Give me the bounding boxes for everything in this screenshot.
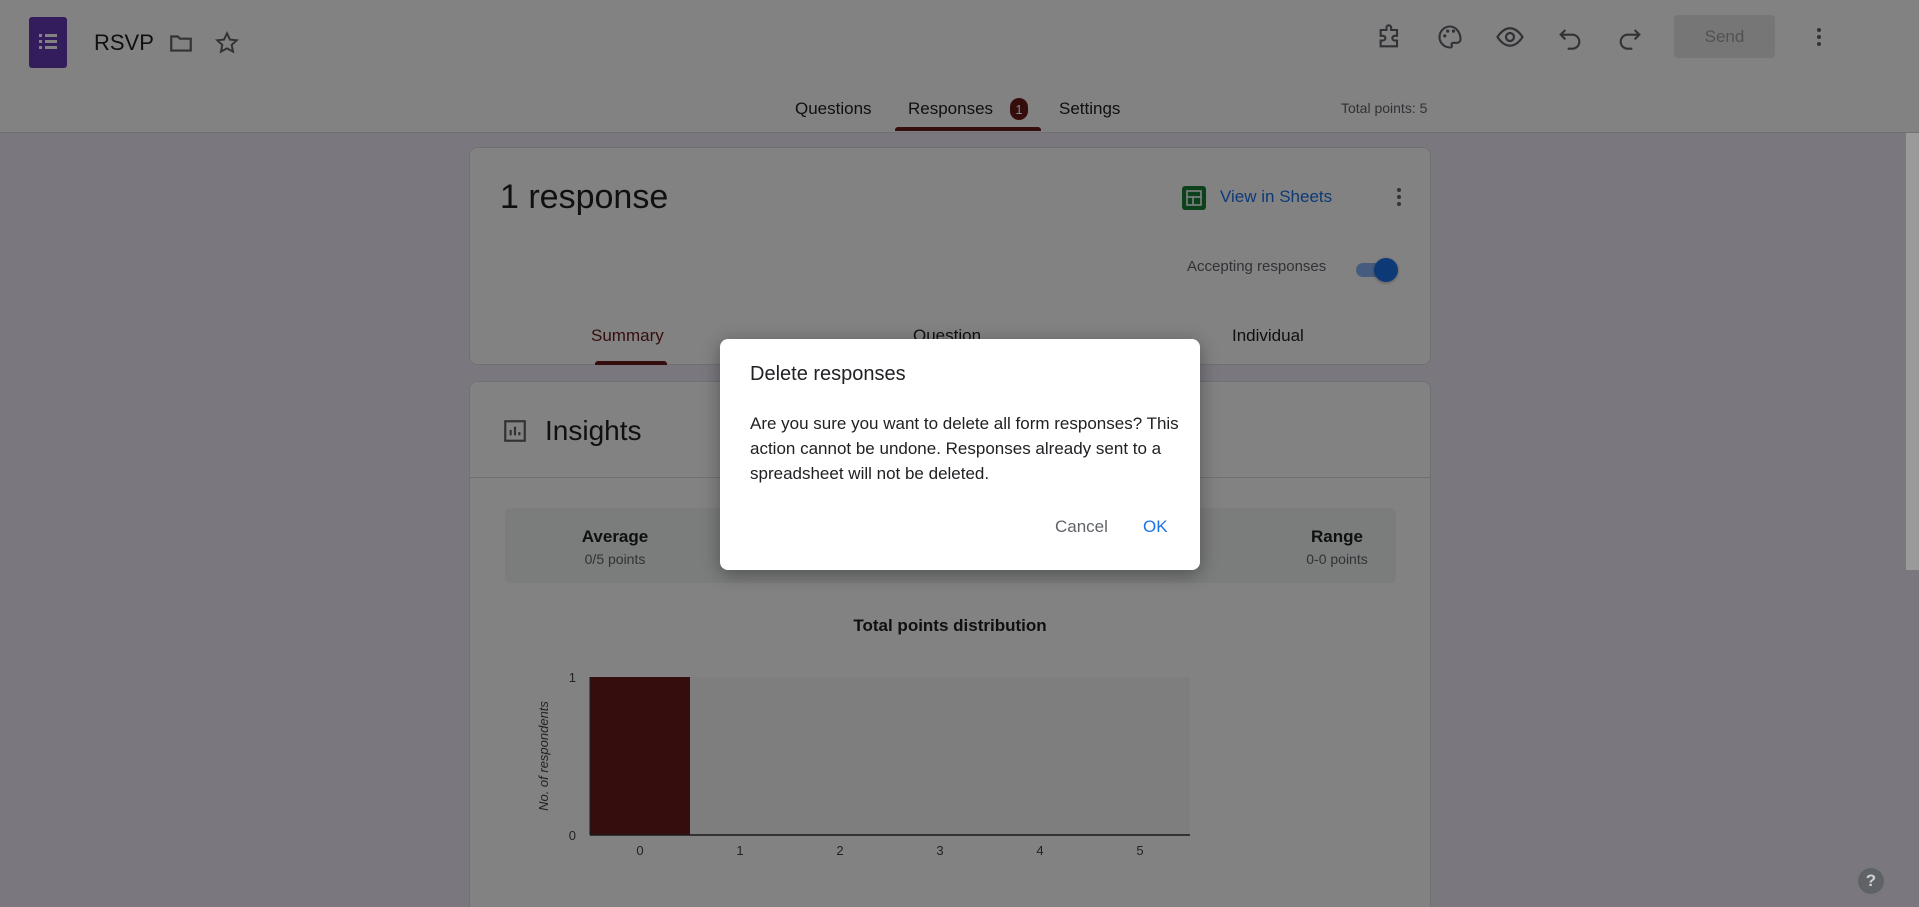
ok-button[interactable]: OK [1143,517,1168,537]
delete-responses-dialog: Delete responses Are you sure you want t… [720,339,1200,570]
dialog-title: Delete responses [750,363,906,385]
scrollbar[interactable] [1906,133,1919,570]
cancel-button[interactable]: Cancel [1055,517,1108,537]
help-icon[interactable]: ? [1858,868,1884,894]
dialog-body: Are you sure you want to delete all form… [750,414,1179,483]
